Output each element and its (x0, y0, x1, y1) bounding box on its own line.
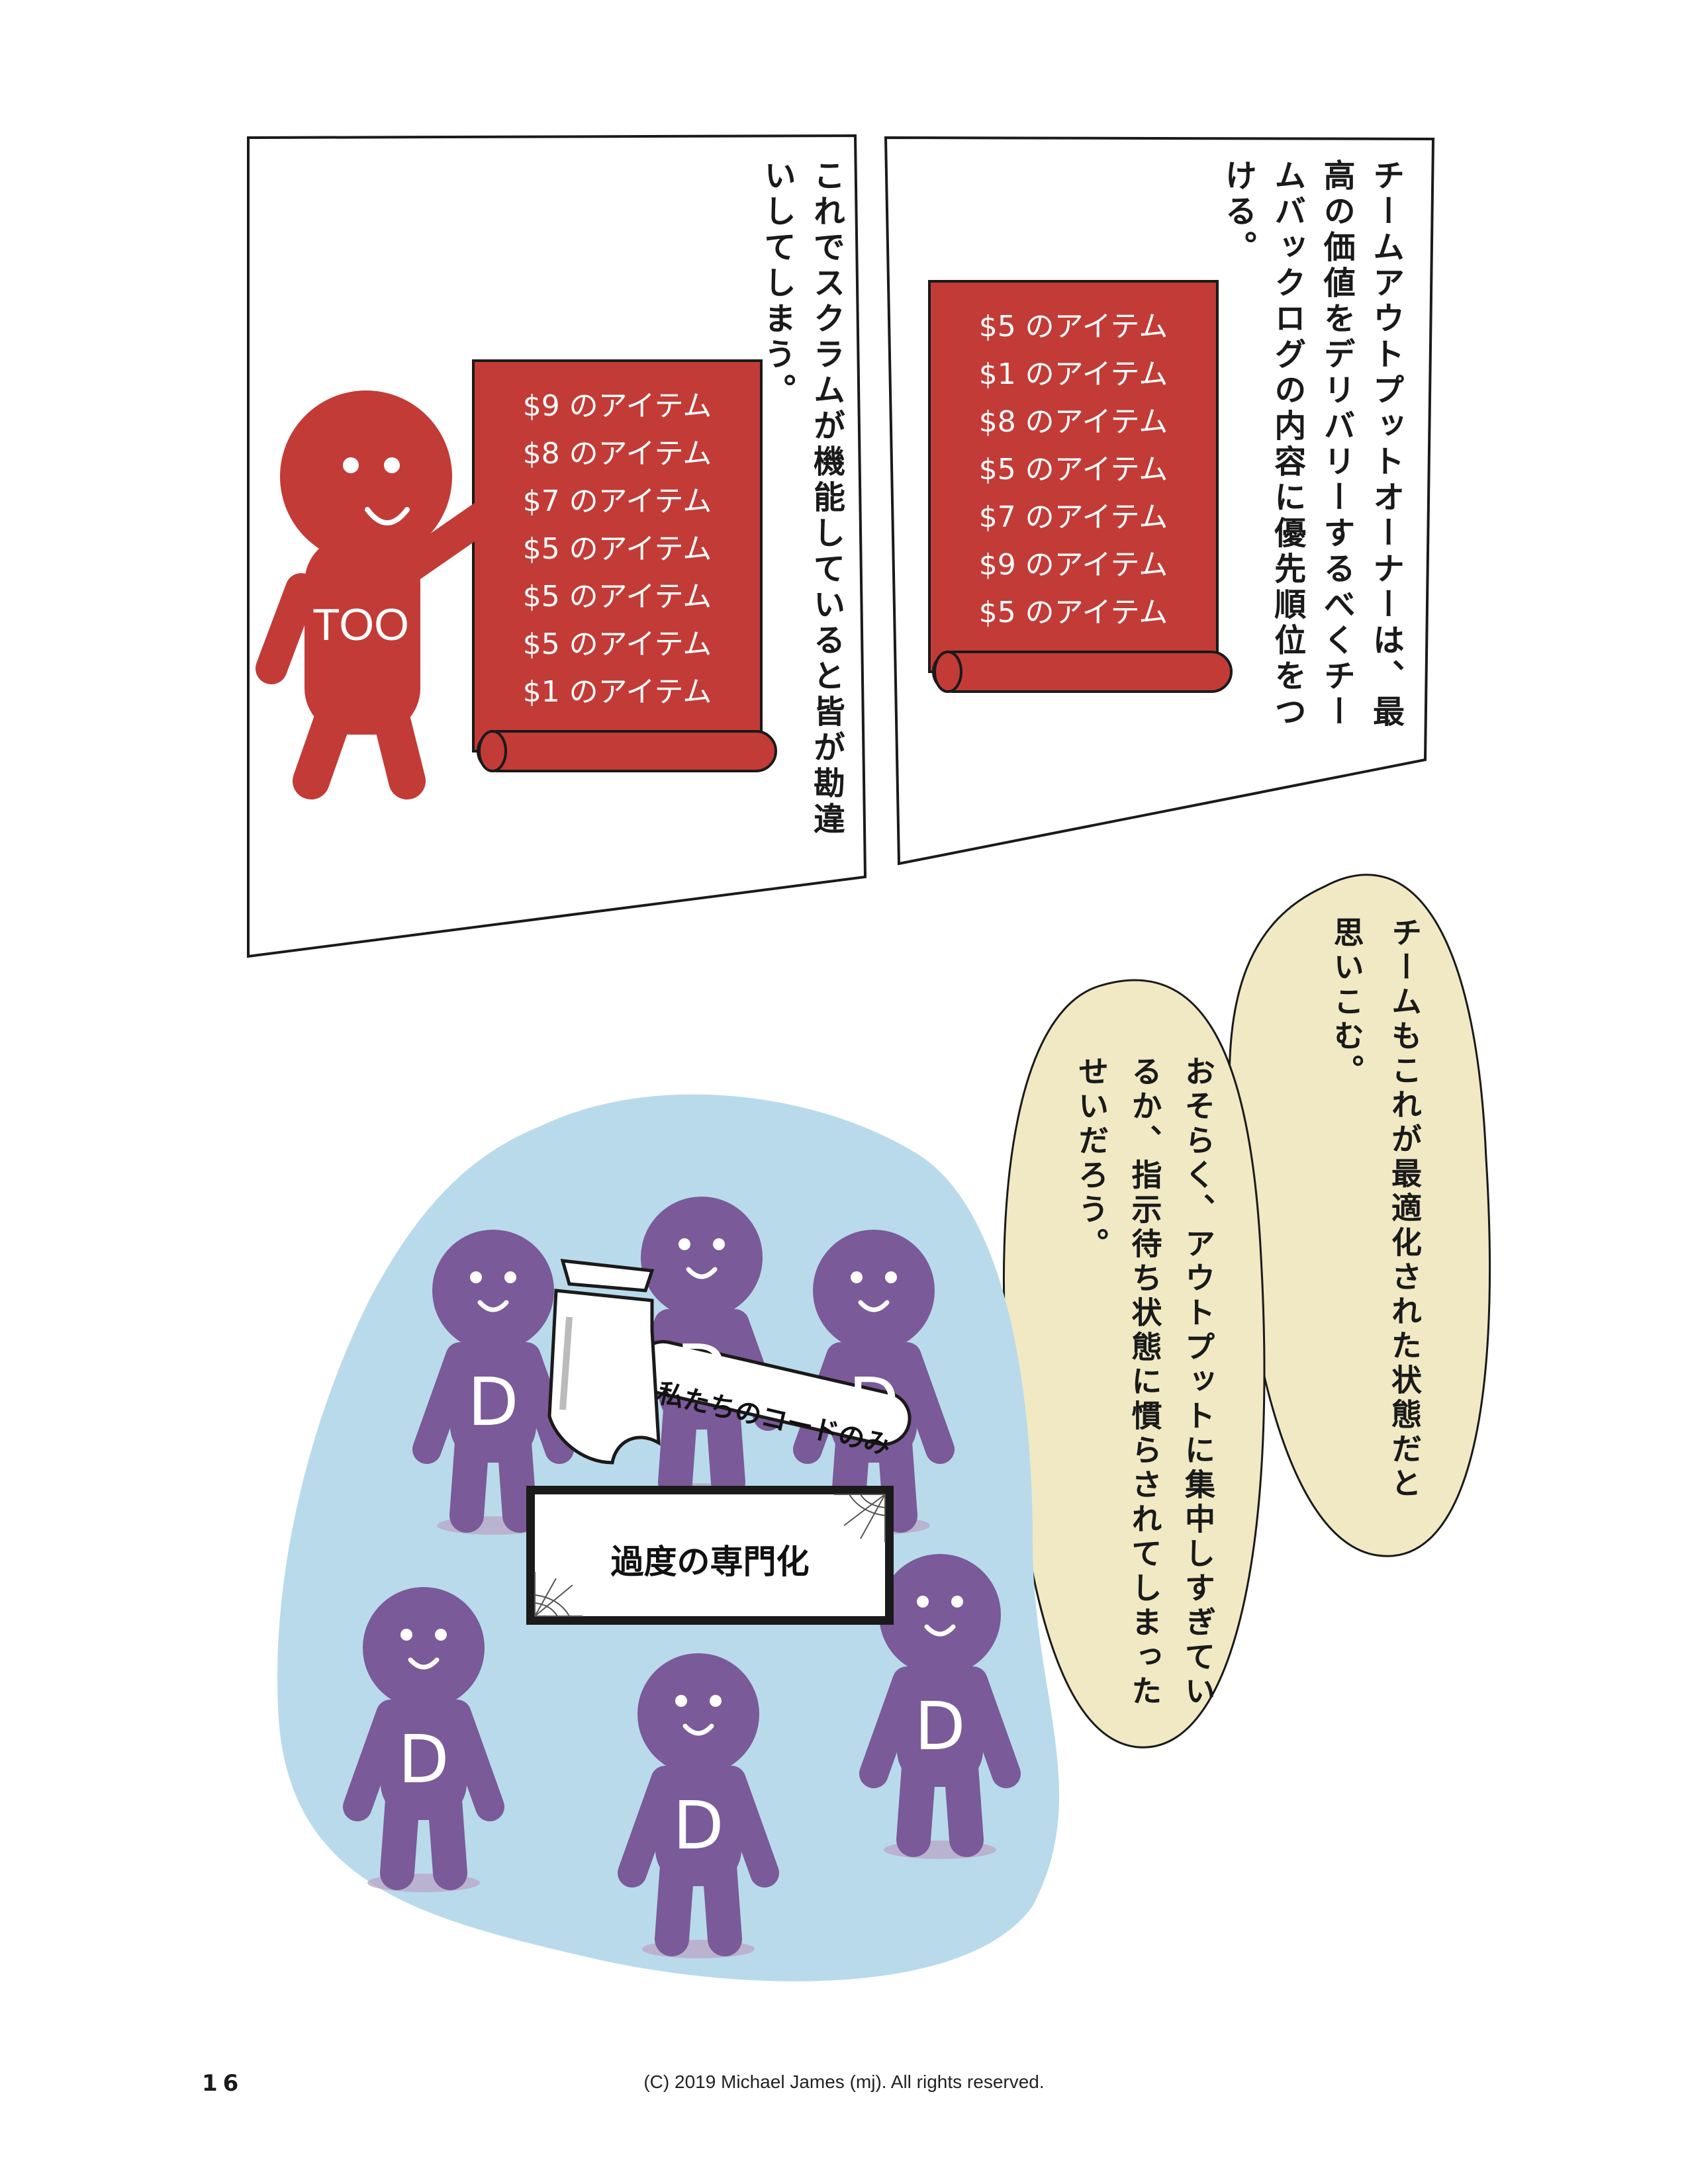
developer-label: D (398, 1721, 449, 1798)
copyright-notice: (C) 2019 Michael James (mj). All rights … (643, 2071, 1045, 2092)
backlog-item: $5 のアイテム (978, 453, 1168, 486)
backlog-item: $5 のアイテム (522, 627, 712, 661)
backlog-item: $1 のアイテム (522, 675, 712, 709)
bubble-lower-text: おそらく、アウトプットに集中しすぎているか、指示待ち状態に慣らされてしまったせい… (1074, 1056, 1216, 1709)
backlog-item: $8 のアイテム (522, 437, 712, 471)
backlog-item: $1 のアイテム (978, 357, 1168, 391)
backlog-item: $7 のアイテム (978, 500, 1168, 534)
backlog-item: $5 のアイテム (522, 580, 712, 614)
developer-label: D (914, 1688, 966, 1765)
developer-label: D (467, 1363, 519, 1441)
backlog-item: $5 のアイテム (978, 310, 1168, 343)
backlog-item: $9 のアイテム (978, 548, 1168, 582)
specialization-sign-label: 過度の専門化 (610, 1543, 810, 1581)
backlog-item: $8 のアイテム (978, 405, 1168, 439)
backlog-item: $5 のアイテム (978, 596, 1168, 629)
backlog-item: $7 のアイテム (522, 484, 712, 518)
bubble-upper-text: チームもこれが最適化された状態だと思いこむ。 (1329, 917, 1423, 1502)
backlog-list-left: $9 のアイテム $8 のアイテム $7 のアイテム $5 のアイテム $5 の… (473, 361, 761, 738)
too-character-label: TOO (312, 600, 410, 650)
panel-right-narration: チームアウトプットオーナーは、最高の価値をデリバリーするべくチームバックログの内… (1219, 159, 1404, 731)
backlog-item: $5 のアイテム (522, 532, 712, 566)
backlog-item: $9 のアイテム (522, 389, 712, 423)
developer-label: D (673, 1787, 724, 1864)
backlog-list-right: $5 のアイテム $1 のアイテム $8 のアイテム $5 のアイテム $7 の… (929, 281, 1217, 659)
